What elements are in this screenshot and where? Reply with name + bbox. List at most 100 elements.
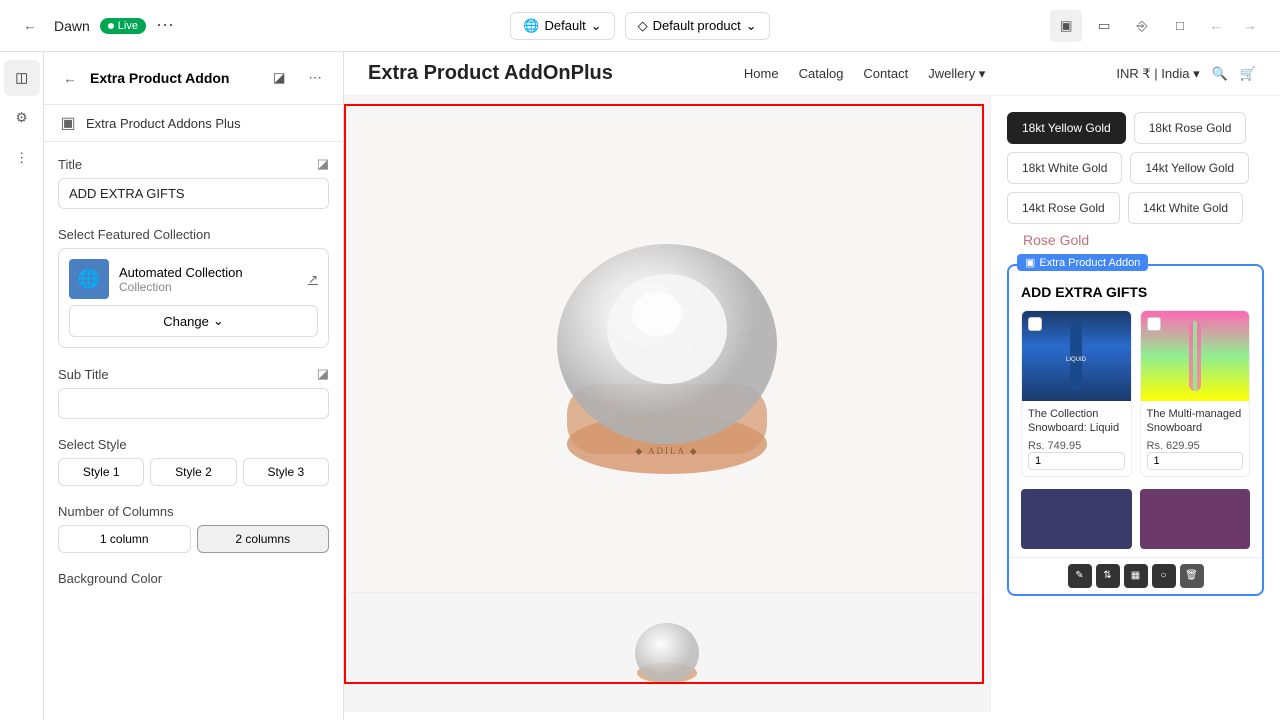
rose-gold-text: Rose Gold [1023,232,1264,248]
subtitle-label-text: Sub Title [58,367,109,382]
toolbar-move-btn[interactable]: ⇅ [1096,564,1120,588]
ring-svg: ◆ ADILA ◆ [507,184,827,504]
subtitle-db-icon: ◪ [317,366,329,382]
addon-more-2 [1140,489,1251,549]
addon-more-products [1009,489,1262,557]
addon-badge: ▣ Extra Product Addon [1017,254,1148,271]
gold-btn-18kt-yellow[interactable]: 18kt Yellow Gold [1007,112,1126,144]
addon-badge-icon: ▣ [1025,256,1035,269]
toolbar-delete-btn[interactable]: 🗑 [1180,564,1204,588]
collection-name: Automated Collection [119,265,243,280]
subtitle-field-label: Sub Title ◪ [58,366,329,382]
addon-toolbar: ✎ ⇅ ▦ ○ 🗑 [1009,557,1262,594]
code-view-button[interactable]: □ [1164,10,1196,42]
style2-button[interactable]: Style 2 [150,458,236,486]
panel-back-button[interactable]: ← [58,66,82,90]
addon-product-name-2: The Multi-managed Snowboard [1147,407,1244,436]
sidebar-sections-button[interactable]: ◫ [4,60,40,96]
desktop-view-button[interactable]: ▣ [1050,10,1082,42]
title-input[interactable] [58,178,329,209]
nav-contact[interactable]: Contact [863,66,908,81]
addon-checkbox-1[interactable] [1028,317,1042,331]
more-menu-button[interactable]: ⋯ [156,15,174,36]
redo-button[interactable]: → [1236,12,1264,40]
1column-button[interactable]: 1 column [58,525,191,553]
collection-box: 🌐 Automated Collection Collection ↗ Chan… [58,248,329,348]
style3-button[interactable]: Style 3 [243,458,329,486]
mobile-view-button[interactable]: ⎆ [1126,10,1158,42]
tablet-view-button[interactable]: ▭ [1088,10,1120,42]
collection-label-text: Select Featured Collection [58,227,210,242]
columns-label-text: Number of Columns [58,504,174,519]
2columns-button[interactable]: 2 columns [197,525,330,553]
sidebar-icons: ◫ ⚙ ⋮ [0,52,44,720]
cart-icon[interactable]: 🛒 [1240,66,1256,82]
panel-more-button[interactable]: ⋯ [301,64,329,92]
addon-product-card-1: LIQUID The Collection Snowboard: Liquid … [1021,310,1132,477]
panel-sub-item[interactable]: ▣ Extra Product Addons Plus [44,105,343,142]
small-product-row [344,592,990,712]
bgcolor-field-group: Background Color [58,571,329,586]
subtitle-input[interactable] [58,388,329,419]
toolbar-edit-btn[interactable]: ✎ [1068,564,1092,588]
currency-selector[interactable]: INR ₹ | India ▾ [1116,66,1199,82]
chevron-down-icon3: ⌄ [213,313,224,329]
gold-btn-18kt-white[interactable]: 18kt White Gold [1007,152,1122,184]
theme-selector[interactable]: 🌐 Default ⌄ [510,12,614,40]
search-icon[interactable]: 🔍 [1212,66,1228,82]
back-button[interactable]: ← [16,12,44,40]
sidebar-apps-button[interactable]: ⋮ [4,140,40,176]
bgcolor-label: Background Color [58,571,329,586]
addon-checkbox-2[interactable] [1147,317,1161,331]
gold-btn-18kt-rose[interactable]: 18kt Rose Gold [1134,112,1247,144]
gold-btn-14kt-yellow[interactable]: 14kt Yellow Gold [1130,152,1249,184]
style-label-text: Select Style [58,437,127,452]
addon-product-info-1: The Collection Snowboard: Liquid Rs. 749… [1022,401,1131,476]
change-label: Change [163,314,209,329]
store-nav: Home Catalog Contact Jwellery ▾ [744,66,985,82]
nav-home[interactable]: Home [744,66,779,81]
chevron-down-icon2: ⌄ [746,18,757,34]
addon-qty-1[interactable]: 1 [1028,452,1125,470]
panel-database-icon[interactable]: ◪ [265,64,293,92]
addon-widget: ▣ Extra Product Addon ADD EXTRA GIFTS LI… [1007,264,1264,596]
subtitle-field-group: Sub Title ◪ [58,366,329,419]
panel-title: Extra Product Addon [90,70,257,86]
style-field-group: Select Style Style 1 Style 2 Style 3 [58,437,329,486]
toolbar-hide-btn[interactable]: ○ [1152,564,1176,588]
product-selector[interactable]: ◇ Default product ⌄ [625,12,770,40]
sub-item-label: Extra Product Addons Plus [86,116,241,131]
gold-btn-row2: 18kt White Gold 14kt Yellow Gold [1007,152,1264,184]
toolbar-duplicate-btn[interactable]: ▦ [1124,564,1148,588]
store-logo: Extra Product AddOnPlus [368,62,613,85]
addon-product-price-1: Rs. 749.95 [1028,440,1125,452]
gold-options: 18kt Yellow Gold 18kt Rose Gold 18kt Whi… [991,96,1280,248]
addon-qty-2[interactable]: 1 [1147,452,1244,470]
product-image-area: ◆ ADILA ◆ [344,96,990,712]
gold-btn-14kt-rose[interactable]: 14kt Rose Gold [1007,192,1120,224]
theme-name: Default [545,18,586,33]
live-dot [108,23,114,29]
main-product-image: ◆ ADILA ◆ [344,96,990,592]
style-buttons: Style 1 Style 2 Style 3 [58,458,329,486]
collection-type: Collection [119,280,243,294]
change-collection-button[interactable]: Change ⌄ [69,305,318,337]
live-label: Live [118,20,138,32]
style-label: Select Style [58,437,329,452]
gold-btn-14kt-white[interactable]: 14kt White Gold [1128,192,1243,224]
product-name: Default product [653,18,741,33]
nav-jwellery[interactable]: Jwellery ▾ [928,66,985,82]
addon-product-price-2: Rs. 629.95 [1147,440,1244,452]
sidebar-settings-button[interactable]: ⚙ [4,100,40,136]
nav-catalog[interactable]: Catalog [799,66,844,81]
title-field-label: Title ◪ [58,156,329,172]
store-header: Extra Product AddOnPlus Home Catalog Con… [344,52,1280,96]
product-icon: ◇ [638,18,648,34]
columns-label: Number of Columns [58,504,329,519]
collection-item: 🌐 Automated Collection Collection ↗ [69,259,318,299]
collection-field-group: Select Featured Collection 🌐 Automated C… [58,227,329,348]
undo-button[interactable]: ← [1202,12,1230,40]
red-border-bottom [344,682,984,684]
collection-external-link[interactable]: ↗ [308,272,318,286]
style1-button[interactable]: Style 1 [58,458,144,486]
